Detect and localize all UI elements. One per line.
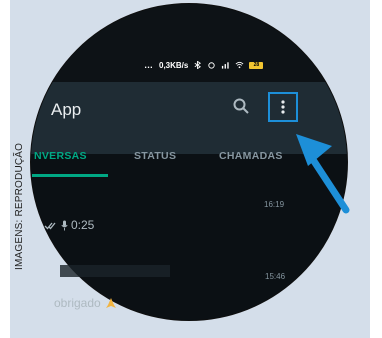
chat-time: 15:46 — [265, 272, 286, 281]
more-options-icon[interactable] — [281, 100, 285, 114]
battery-icon: 28 — [249, 61, 264, 69]
chat-time: 16:19 — [264, 200, 285, 209]
chat-preview[interactable]: obrigado — [54, 296, 117, 310]
wifi-icon — [235, 61, 244, 69]
image-credit: IMAGENS: REPRODUÇÃO — [14, 142, 25, 270]
tab-chamadas[interactable]: CHAMADAS — [219, 150, 283, 162]
chat-preview-text: obrigado — [54, 296, 101, 310]
alarm-icon — [208, 62, 216, 69]
praying-hands-icon — [105, 298, 116, 308]
pointer-arrow-icon — [296, 134, 350, 214]
app-title: App — [51, 100, 82, 119]
search-icon[interactable] — [232, 97, 250, 115]
chat-preview-text: 0:25 — [71, 218, 95, 232]
chat-preview[interactable]: 0:25 — [44, 218, 94, 232]
notification-dots: … — [144, 60, 154, 70]
bluetooth-icon — [194, 61, 202, 69]
active-tab-indicator — [32, 174, 108, 177]
status-bar — [31, 4, 347, 82]
signal-icon — [222, 62, 230, 69]
blurred-contact-name — [60, 265, 170, 277]
network-speed: 0,3KB/s — [159, 60, 189, 70]
tab-status[interactable]: STATUS — [134, 150, 176, 162]
microphone-icon — [61, 220, 68, 230]
read-ticks-icon — [44, 222, 56, 229]
tab-conversas[interactable]: NVERSAS — [34, 150, 87, 162]
status-icons: … 0,3KB/s 28 — [144, 60, 264, 70]
